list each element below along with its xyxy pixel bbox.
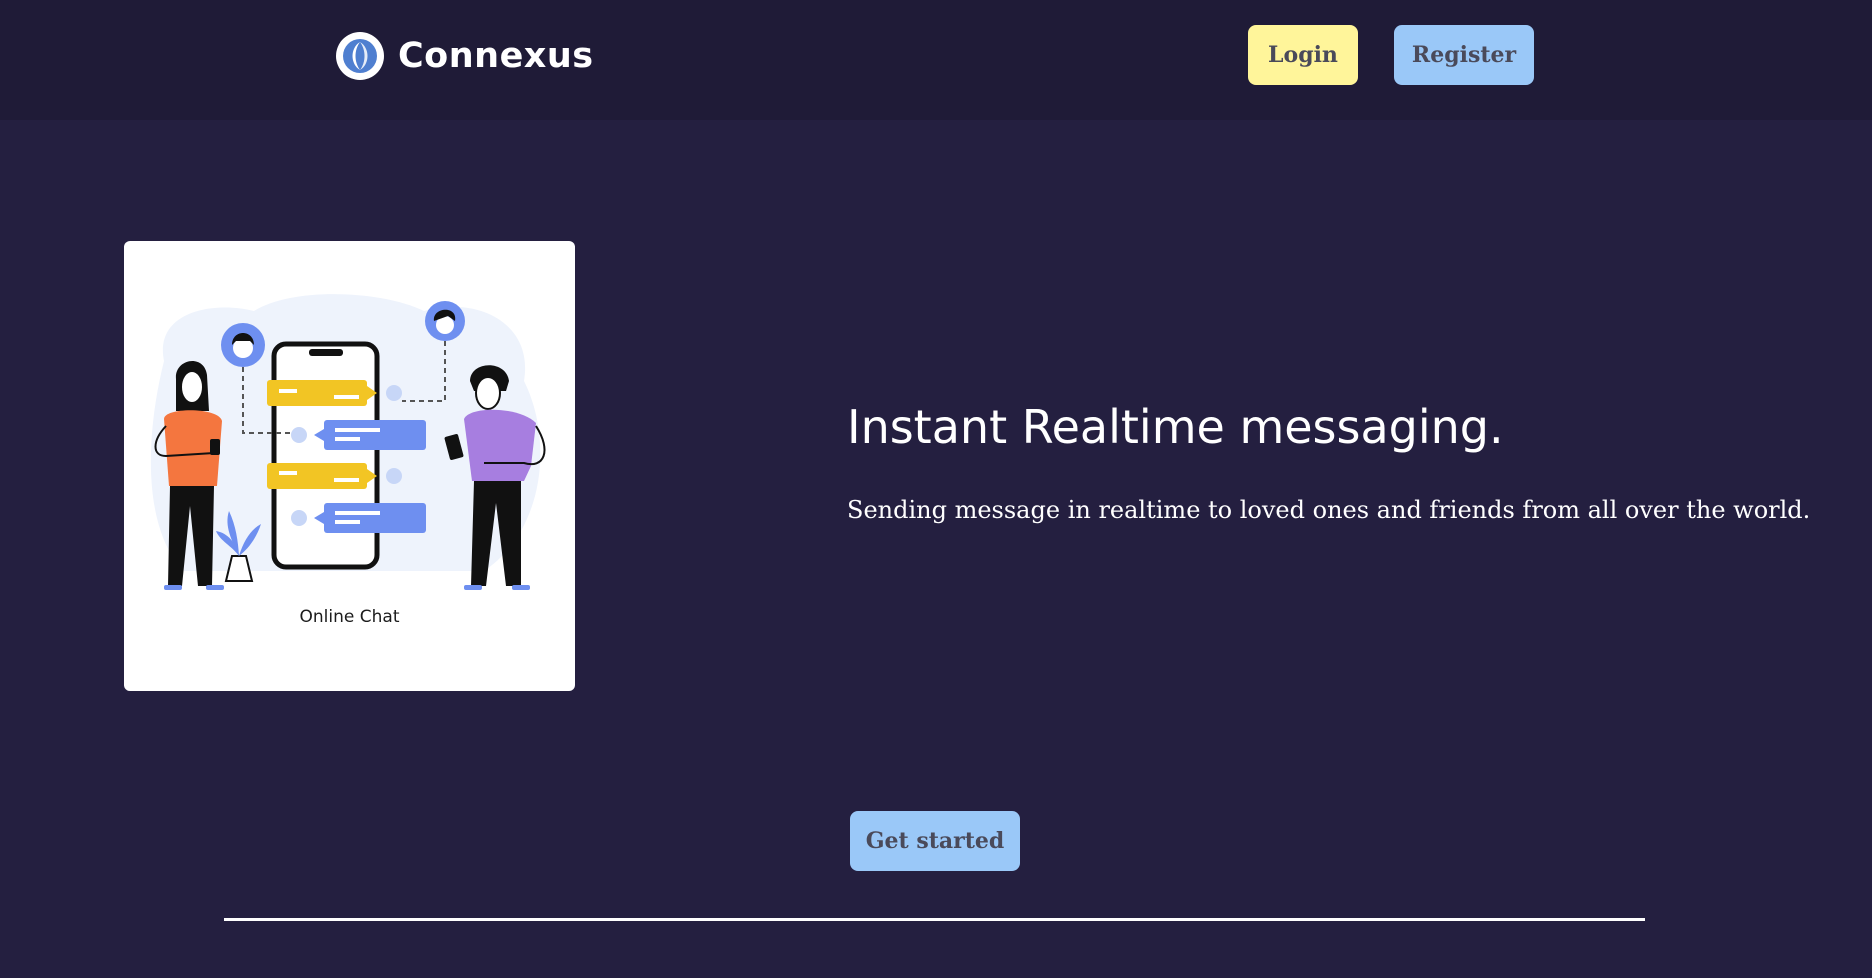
get-started-button[interactable]: Get started <box>850 811 1020 871</box>
login-button[interactable]: Login <box>1248 25 1358 85</box>
illustration-caption: Online Chat <box>299 607 400 627</box>
hero-illustration-card: Online Chat <box>124 241 575 691</box>
register-button[interactable]: Register <box>1394 25 1534 85</box>
online-chat-illustration <box>150 294 546 590</box>
navbar: Connexus Login Register <box>0 0 1872 120</box>
section-divider <box>224 918 1645 921</box>
brand-name: Connexus <box>398 36 594 76</box>
brand[interactable]: Connexus <box>336 31 594 81</box>
hero-headline: Instant Realtime messaging. <box>847 400 1504 454</box>
hero-subtext: Sending message in realtime to loved one… <box>847 496 1811 524</box>
swirl-logo-icon <box>336 32 384 80</box>
